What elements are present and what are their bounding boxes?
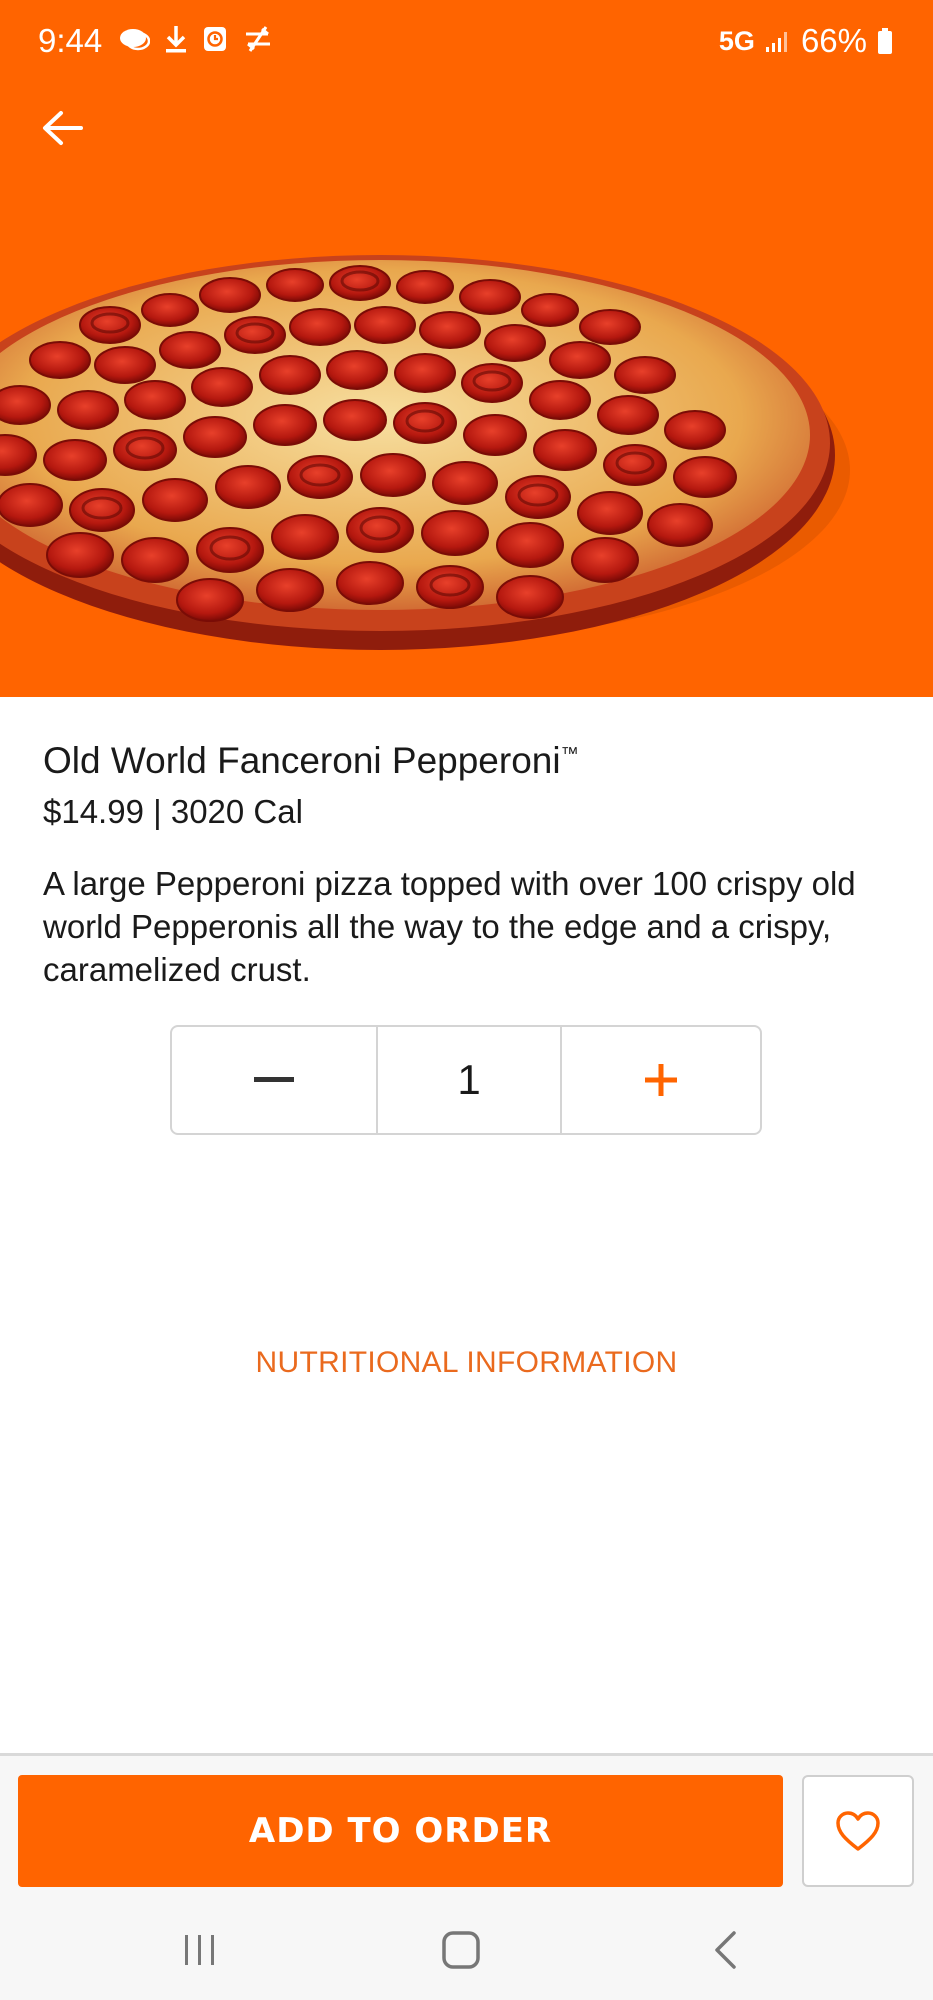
battery-percent: 66% <box>800 22 867 59</box>
status-right: 5G 66% <box>719 22 893 60</box>
product-name: Old World Fanceroni Pepperoni <box>43 740 561 781</box>
alarm-icon <box>204 27 226 51</box>
increase-quantity-button[interactable] <box>562 1027 760 1133</box>
signal-icon <box>765 32 787 52</box>
status-notification-icons <box>118 24 274 54</box>
recents-button[interactable] <box>170 1925 230 1975</box>
favorite-button[interactable] <box>802 1775 914 1887</box>
back-button[interactable] <box>34 100 90 156</box>
decrease-quantity-button[interactable] <box>172 1027 378 1133</box>
network-type: 5G <box>718 25 755 56</box>
data-saver-icon <box>246 26 270 52</box>
add-to-order-button[interactable]: ADD TO ORDER <box>18 1775 783 1887</box>
chat-bubble-icon <box>120 29 150 51</box>
minus-icon <box>254 1077 294 1082</box>
divider <box>0 1753 933 1756</box>
price-calories: $14.99 | 3020 Cal <box>43 793 303 830</box>
quantity-value: 1 <box>378 1027 562 1133</box>
product-description: A large Pepperoni pizza topped with over… <box>43 865 856 988</box>
recents-icon <box>185 1935 214 1965</box>
status-time: 9:44 <box>38 22 103 59</box>
battery-icon <box>878 28 892 54</box>
system-nav-bar <box>0 1900 933 2000</box>
pepperoni-pizza-image <box>0 215 850 675</box>
back-nav-button[interactable] <box>695 1925 755 1975</box>
quantity-stepper: 1 <box>170 1025 762 1135</box>
status-bar: 9:44 5G 66% <box>0 0 933 82</box>
hero-banner: 9:44 5G 66% <box>0 0 933 697</box>
add-to-order-label: ADD TO ORDER <box>248 1811 553 1851</box>
home-button[interactable] <box>431 1925 491 1975</box>
trademark-symbol: ™ <box>560 743 579 764</box>
product-title: Old World Fanceroni Pepperoni™ <box>43 740 579 782</box>
heart-icon <box>836 1811 880 1851</box>
home-icon <box>442 1931 480 1969</box>
back-arrow-icon <box>43 111 83 145</box>
download-icon <box>166 26 186 53</box>
nutritional-information-link[interactable]: NUTRITIONAL INFORMATION <box>0 1346 933 1380</box>
chevron-left-icon <box>715 1931 736 1969</box>
plus-icon <box>645 1064 677 1096</box>
